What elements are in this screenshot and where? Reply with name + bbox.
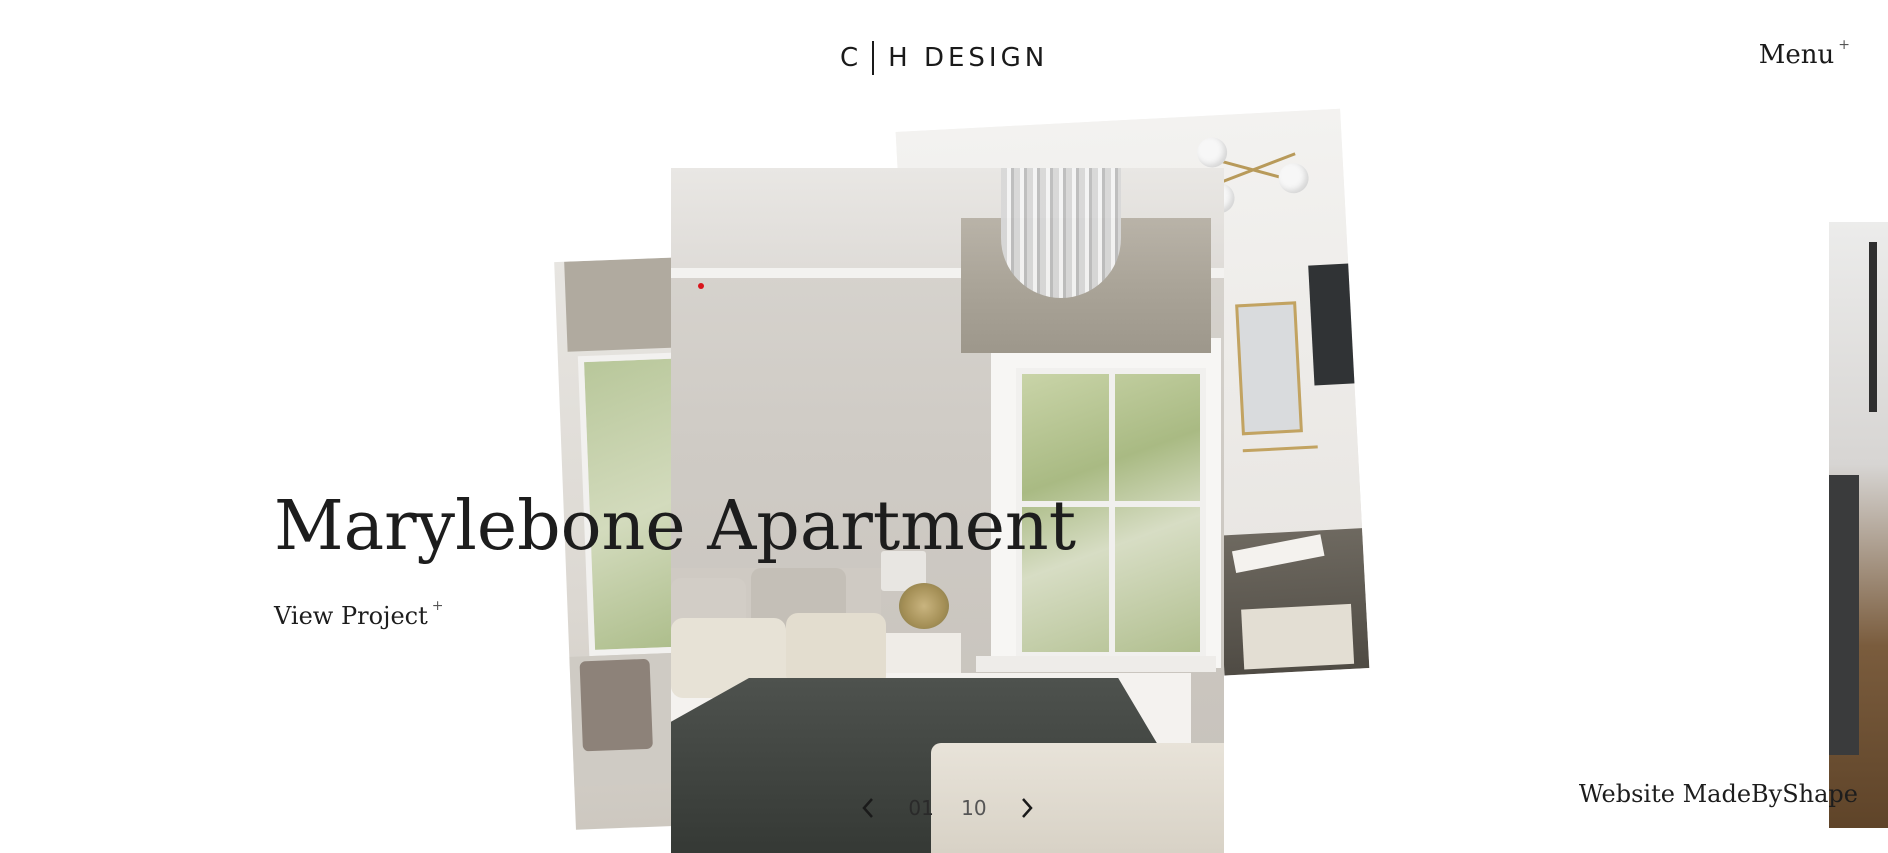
cushion bbox=[579, 658, 653, 752]
made-by-credit-link[interactable]: Website MadeByShape bbox=[1579, 780, 1858, 808]
view-project-link[interactable]: View Project + bbox=[274, 598, 444, 630]
doorway bbox=[1829, 475, 1859, 755]
pillow bbox=[786, 613, 886, 688]
crystal-chandelier bbox=[1001, 168, 1121, 298]
menu-label: Menu bbox=[1758, 40, 1835, 70]
window-sill bbox=[976, 656, 1216, 672]
slide-upcoming-image[interactable] bbox=[1829, 222, 1888, 828]
logo-left-text: C bbox=[840, 43, 863, 73]
window-mullion-vertical bbox=[1109, 368, 1115, 658]
total-slide-number: 10 bbox=[961, 796, 987, 820]
plus-icon: + bbox=[431, 598, 444, 614]
view-project-label: View Project bbox=[274, 602, 428, 630]
logo-divider bbox=[872, 41, 875, 75]
chevron-left-icon[interactable] bbox=[855, 795, 881, 821]
logo-right-text: H DESIGN bbox=[888, 43, 1049, 73]
mirror bbox=[1235, 301, 1303, 436]
flower-vase bbox=[899, 583, 949, 629]
television bbox=[1308, 263, 1360, 386]
stool bbox=[1241, 603, 1355, 670]
console-table bbox=[1242, 445, 1322, 533]
cursor-dot bbox=[698, 283, 704, 289]
chevron-right-icon[interactable] bbox=[1014, 795, 1040, 821]
menu-button[interactable]: Menu + bbox=[1758, 37, 1850, 70]
logo[interactable]: C H DESIGN bbox=[840, 40, 1048, 76]
page: C H DESIGN Menu + Marylebone Apartment V… bbox=[0, 0, 1888, 853]
current-slide-number: 01 bbox=[908, 796, 934, 820]
slide-pagination: 01 10 bbox=[855, 790, 1040, 826]
project-title: Marylebone Apartment bbox=[274, 487, 1077, 566]
plus-icon: + bbox=[1838, 37, 1850, 53]
ceiling-vent bbox=[1869, 242, 1877, 412]
